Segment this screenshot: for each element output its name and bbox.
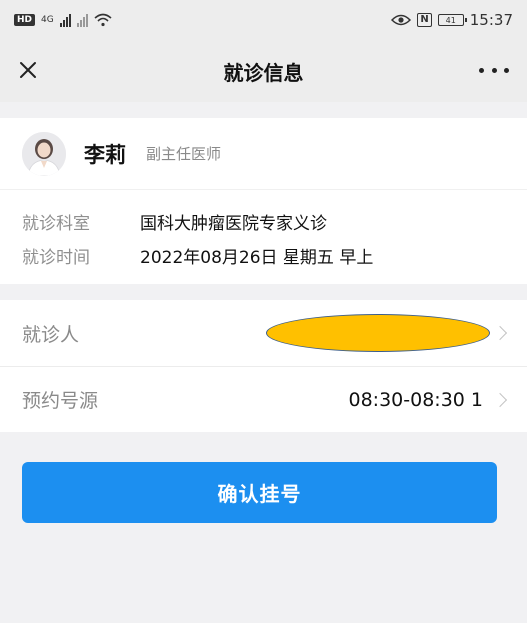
close-icon — [20, 62, 36, 78]
doctor-row: 李莉 副主任医师 — [0, 118, 527, 190]
patient-label: 就诊人 — [22, 323, 80, 346]
more-icon-dot — [491, 67, 497, 73]
status-left: HD 4G — [14, 13, 112, 27]
time-value: 2022年08月26日 星期五 早上 — [140, 247, 374, 268]
battery-level: 41 — [445, 15, 456, 25]
more-icon-dot — [504, 67, 509, 73]
chevron-right-icon — [492, 325, 508, 341]
hd-badge: HD — [14, 14, 36, 26]
close-button[interactable] — [14, 56, 42, 84]
avatar — [22, 131, 66, 176]
dept-label: 就诊科室 — [22, 213, 90, 234]
signal-icon — [59, 13, 71, 27]
slot-row[interactable]: 预约号源 08:30-08:30 1 — [0, 366, 527, 432]
doctor-avatar-icon — [22, 131, 66, 176]
booking-card: 就诊人 预约号源 08:30-08:30 1 — [0, 300, 527, 432]
dept-row: 就诊科室 国科大肿瘤医院专家义诊 — [22, 206, 327, 236]
wifi-icon — [94, 13, 112, 27]
dept-value: 国科大肿瘤医院专家义诊 — [140, 213, 327, 234]
status-right: N 41 15:37 — [391, 11, 513, 29]
time-row: 就诊时间 2022年08月26日 星期五 早上 — [22, 240, 373, 270]
doctor-card: 李莉 副主任医师 就诊科室 国科大肿瘤医院专家义诊 就诊时间 2022年08月2… — [0, 118, 527, 284]
status-bar: HD 4G N 41 15:37 — [0, 0, 527, 40]
redaction-mark — [266, 314, 490, 352]
eye-icon — [391, 14, 412, 26]
chevron-right-icon — [492, 392, 508, 407]
time-label: 就诊时间 — [22, 247, 90, 268]
nfc-icon: N — [417, 13, 432, 27]
confirm-booking-button[interactable]: 确认挂号 — [22, 462, 497, 523]
signal-weak-icon — [76, 13, 88, 27]
patient-row[interactable]: 就诊人 — [0, 300, 527, 366]
page-title: 就诊信息 — [223, 60, 304, 85]
more-button[interactable] — [479, 58, 509, 82]
nav-bar: 就诊信息 — [0, 40, 527, 102]
network-type: 4G — [41, 15, 54, 25]
slot-value: 08:30-08:30 1 — [348, 388, 484, 411]
battery-icon: 41 — [437, 14, 467, 26]
doctor-title: 副主任医师 — [146, 145, 222, 163]
more-icon-dot — [479, 67, 484, 73]
doctor-name: 李莉 — [84, 142, 126, 167]
slot-label: 预约号源 — [22, 390, 99, 412]
status-time: 15:37 — [469, 11, 513, 29]
